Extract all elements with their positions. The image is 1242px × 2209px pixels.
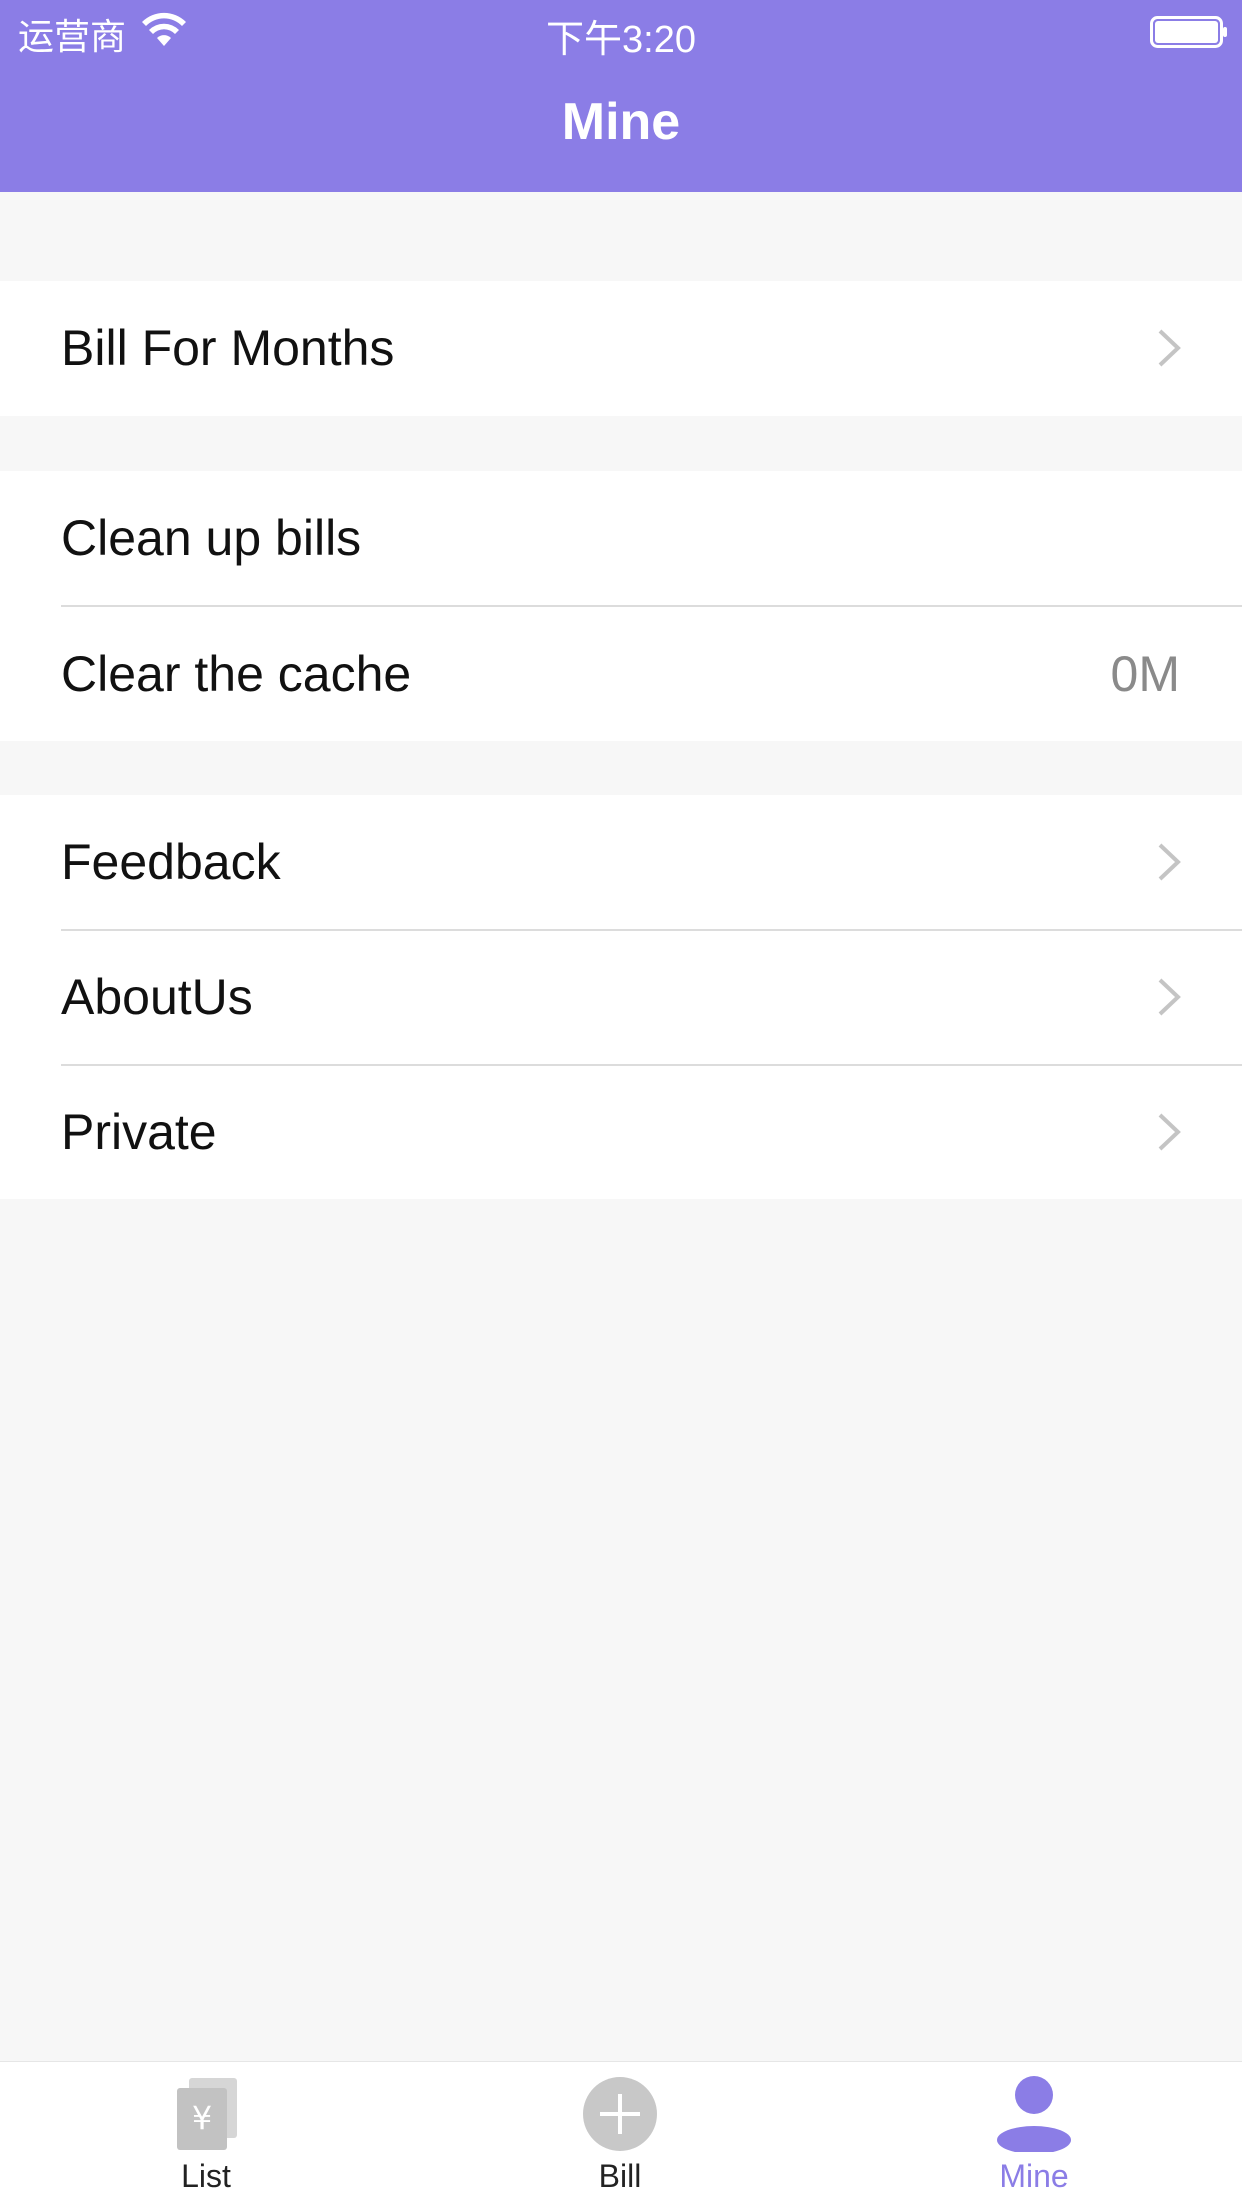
tab-list[interactable]: ¥ List bbox=[106, 2062, 306, 2209]
row-label: Clear the cache bbox=[61, 646, 412, 702]
chevron-right-icon bbox=[1158, 1113, 1181, 1151]
nav-header: 运营商 下午3:20 Mine bbox=[0, 0, 1242, 192]
settings-group-info: Feedback AboutUs Private bbox=[0, 795, 1242, 1199]
cache-size-value: 0M bbox=[1110, 646, 1180, 702]
row-label: Feedback bbox=[61, 834, 281, 890]
status-time: 下午3:20 bbox=[546, 19, 696, 61]
status-bar: 运营商 下午3:20 bbox=[0, 0, 1242, 62]
row-clear-cache[interactable]: Clear the cache 0M bbox=[0, 607, 1242, 741]
page-title: Mine bbox=[561, 93, 681, 151]
tab-label: Mine bbox=[999, 2158, 1069, 2194]
settings-group-bills: Bill For Months bbox=[0, 281, 1242, 416]
bill-list-icon: ¥ bbox=[177, 2078, 237, 2150]
row-clean-up-bills[interactable]: Clean up bills bbox=[0, 471, 1242, 605]
battery-icon bbox=[1150, 16, 1227, 48]
svg-text:¥: ¥ bbox=[192, 2099, 212, 2137]
user-icon bbox=[997, 2076, 1071, 2152]
tab-mine[interactable]: Mine bbox=[934, 2062, 1134, 2209]
chevron-right-icon bbox=[1158, 843, 1181, 881]
row-label: AboutUs bbox=[61, 969, 253, 1025]
tab-bar: ¥ List Bill Mine bbox=[0, 2061, 1242, 2209]
settings-group-storage: Clean up bills Clear the cache 0M bbox=[0, 471, 1242, 741]
chevron-right-icon bbox=[1158, 329, 1181, 367]
row-feedback[interactable]: Feedback bbox=[0, 795, 1242, 929]
row-private[interactable]: Private bbox=[0, 1065, 1242, 1199]
row-label: Clean up bills bbox=[61, 510, 362, 566]
tab-bill[interactable]: Bill bbox=[520, 2062, 720, 2209]
chevron-right-icon bbox=[1158, 978, 1181, 1016]
row-label: Private bbox=[61, 1104, 217, 1160]
row-about-us[interactable]: AboutUs bbox=[0, 930, 1242, 1064]
row-label: Bill For Months bbox=[61, 320, 395, 376]
add-circle-icon bbox=[583, 2077, 657, 2151]
tab-label: Bill bbox=[598, 2158, 642, 2194]
tab-label: List bbox=[181, 2158, 231, 2194]
row-bill-for-months[interactable]: Bill For Months bbox=[0, 281, 1242, 415]
